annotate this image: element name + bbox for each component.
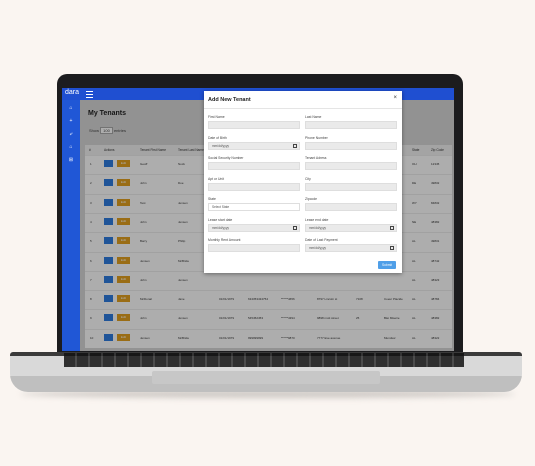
field-label: Lease start date	[208, 217, 233, 222]
laptop-keyboard	[64, 353, 464, 367]
form-field-input[interactable]	[305, 121, 397, 129]
menu-icon[interactable]	[86, 91, 93, 98]
form-field-input[interactable]	[208, 244, 300, 252]
calendar-icon[interactable]	[390, 225, 394, 230]
close-icon[interactable]: ×	[393, 95, 397, 101]
field-value: mm/dd/yyyy	[309, 225, 327, 230]
modal-divider	[204, 108, 402, 109]
field-label: Date of Birth	[208, 135, 227, 140]
field-value: mm/dd/yyyy	[309, 246, 327, 250]
laptop-trackpad	[152, 371, 380, 384]
field-label: Zipcode	[305, 197, 318, 201]
calendar-icon[interactable]	[293, 143, 297, 148]
field-value: Select State	[212, 205, 230, 209]
form-field-input[interactable]	[305, 182, 397, 191]
sidebar-item-back[interactable]: ⤶	[68, 131, 74, 137]
add-tenant-modal: Add New Tenant × First Name Last Name Date…	[204, 91, 402, 273]
calendar-icon[interactable]	[390, 246, 394, 250]
sidebar: ⌂ + ⤶ ⌂ ⊞	[62, 100, 80, 351]
form-field-input[interactable]	[305, 203, 397, 211]
form-field-input[interactable]	[208, 121, 300, 129]
field-label: Tenant Adress	[305, 156, 327, 160]
sidebar-item-add[interactable]: +	[68, 118, 74, 124]
modal-title: Add New Tenant	[208, 97, 251, 103]
form-field-input[interactable]	[208, 162, 300, 170]
field-label: Lease end date	[305, 217, 329, 222]
form-field-input[interactable]: Select State	[208, 203, 300, 211]
app-screen: dara ⌂ + ⤶ ⌂ ⊞ My Tenants Show 100 entri…	[62, 88, 454, 351]
app-brand[interactable]: dara	[65, 89, 79, 96]
field-label: Apt or Unit	[208, 176, 225, 181]
field-label: Monthly Rent Amount	[208, 238, 241, 242]
form-field-input[interactable]: mm/dd/yyyy	[208, 141, 300, 150]
form-field-input[interactable]: mm/dd/yyyy	[305, 223, 397, 232]
field-label: State	[208, 197, 216, 201]
form-field-input[interactable]: mm/dd/yyyy	[305, 244, 397, 252]
field-value: mm/dd/yyyy	[212, 143, 230, 148]
field-label: Phone Number	[305, 135, 328, 140]
sidebar-item-tenants[interactable]: ⌂	[68, 144, 74, 150]
calendar-icon[interactable]	[293, 225, 297, 230]
field-label: First Name	[208, 115, 225, 119]
field-label: Social Security Number	[208, 156, 244, 160]
field-value: mm/dd/yyyy	[212, 225, 230, 230]
form-field-input[interactable]	[305, 141, 397, 150]
form-field-input[interactable]	[208, 182, 300, 191]
field-label: City	[305, 176, 311, 181]
field-label: Last Name	[305, 115, 322, 119]
form-field-input[interactable]: mm/dd/yyyy	[208, 223, 300, 232]
sidebar-item-home[interactable]: ⌂	[68, 105, 74, 111]
form-field-input[interactable]	[305, 162, 397, 170]
sidebar-item-grid[interactable]: ⊞	[68, 157, 74, 163]
submit-button[interactable]: Submit	[378, 261, 396, 269]
field-label: Date of Last Payment	[305, 238, 338, 242]
